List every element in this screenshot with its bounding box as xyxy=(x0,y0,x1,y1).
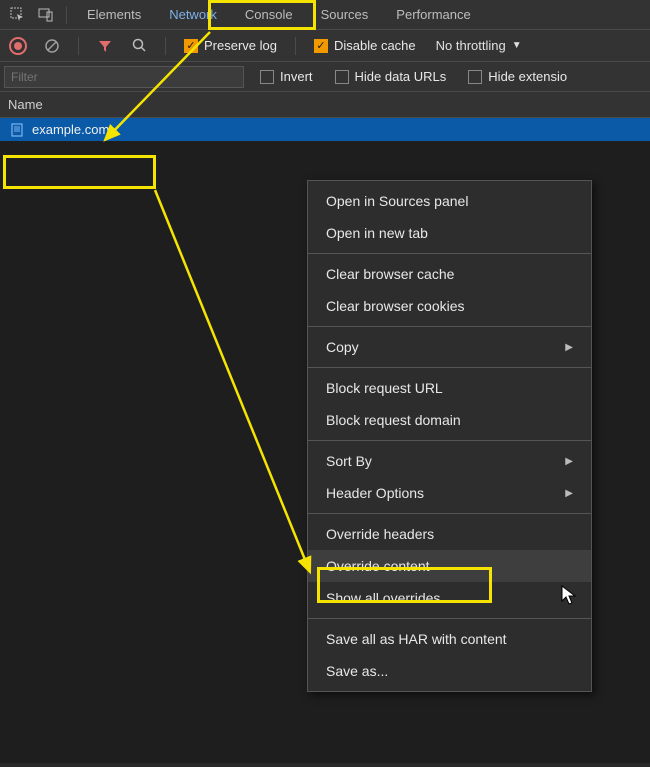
preserve-log-label: Preserve log xyxy=(204,38,277,53)
menu-override-headers[interactable]: Override headers xyxy=(308,518,591,550)
checkbox-icon xyxy=(335,70,349,84)
menu-show-overrides[interactable]: Show all overrides xyxy=(308,582,591,614)
chevron-right-icon: ▶ xyxy=(565,456,573,467)
menu-separator xyxy=(308,326,591,327)
menu-separator xyxy=(308,367,591,368)
menu-separator xyxy=(308,440,591,441)
divider xyxy=(78,37,79,55)
chevron-right-icon: ▶ xyxy=(565,342,573,353)
tab-console[interactable]: Console xyxy=(231,1,307,28)
menu-save-as[interactable]: Save as... xyxy=(308,655,591,687)
filter-icon[interactable] xyxy=(91,32,119,60)
network-toolbar: ✓ Preserve log ✓ Disable cache No thrott… xyxy=(0,30,650,62)
device-toggle-icon[interactable] xyxy=(32,1,60,29)
menu-copy[interactable]: Copy▶ xyxy=(308,331,591,363)
invert-checkbox[interactable]: Invert xyxy=(254,69,319,84)
request-name: example.com xyxy=(32,122,109,137)
checkbox-icon: ✓ xyxy=(184,39,198,53)
menu-override-content[interactable]: Override content xyxy=(308,550,591,582)
tab-sources[interactable]: Sources xyxy=(307,1,383,28)
menu-clear-cookies[interactable]: Clear browser cookies xyxy=(308,290,591,322)
menu-separator xyxy=(308,253,591,254)
hide-data-urls-label: Hide data URLs xyxy=(355,69,447,84)
tab-performance[interactable]: Performance xyxy=(382,1,484,28)
menu-header-options[interactable]: Header Options▶ xyxy=(308,477,591,509)
hide-extension-label: Hide extensio xyxy=(488,69,567,84)
divider xyxy=(66,6,67,24)
throttling-label: No throttling xyxy=(436,38,506,53)
preserve-log-checkbox[interactable]: ✓ Preserve log xyxy=(178,38,283,53)
checkbox-icon xyxy=(260,70,274,84)
record-button[interactable] xyxy=(4,32,32,60)
filter-bar: Invert Hide data URLs Hide extensio xyxy=(0,62,650,92)
clear-button[interactable] xyxy=(38,32,66,60)
menu-open-tab[interactable]: Open in new tab xyxy=(308,217,591,249)
tab-network[interactable]: Network xyxy=(155,1,231,28)
tab-elements[interactable]: Elements xyxy=(73,1,155,28)
devtools-tab-bar: Elements Network Console Sources Perform… xyxy=(0,0,650,30)
divider xyxy=(295,37,296,55)
checkbox-icon: ✓ xyxy=(314,39,328,53)
disable-cache-label: Disable cache xyxy=(334,38,416,53)
chevron-down-icon: ▼ xyxy=(512,40,522,51)
chevron-right-icon: ▶ xyxy=(565,488,573,499)
menu-sort-by[interactable]: Sort By▶ xyxy=(308,445,591,477)
hide-data-urls-checkbox[interactable]: Hide data URLs xyxy=(329,69,453,84)
menu-save-har[interactable]: Save all as HAR with content xyxy=(308,623,591,655)
checkbox-icon xyxy=(468,70,482,84)
invert-label: Invert xyxy=(280,69,313,84)
menu-block-url[interactable]: Block request URL xyxy=(308,372,591,404)
menu-separator xyxy=(308,618,591,619)
menu-block-domain[interactable]: Block request domain xyxy=(308,404,591,436)
menu-open-sources[interactable]: Open in Sources panel xyxy=(308,185,591,217)
divider xyxy=(165,37,166,55)
hide-extension-checkbox[interactable]: Hide extensio xyxy=(462,69,573,84)
menu-separator xyxy=(308,513,591,514)
throttling-dropdown[interactable]: No throttling ▼ xyxy=(428,38,530,53)
column-header-name[interactable]: Name xyxy=(0,92,650,118)
document-icon xyxy=(10,123,24,137)
disable-cache-checkbox[interactable]: ✓ Disable cache xyxy=(308,38,422,53)
search-icon[interactable] xyxy=(125,32,153,60)
menu-clear-cache[interactable]: Clear browser cache xyxy=(308,258,591,290)
filter-input[interactable] xyxy=(4,66,244,88)
request-row-selected[interactable]: example.com xyxy=(0,118,650,141)
context-menu: Open in Sources panel Open in new tab Cl… xyxy=(307,180,592,692)
inspect-icon[interactable] xyxy=(4,1,32,29)
